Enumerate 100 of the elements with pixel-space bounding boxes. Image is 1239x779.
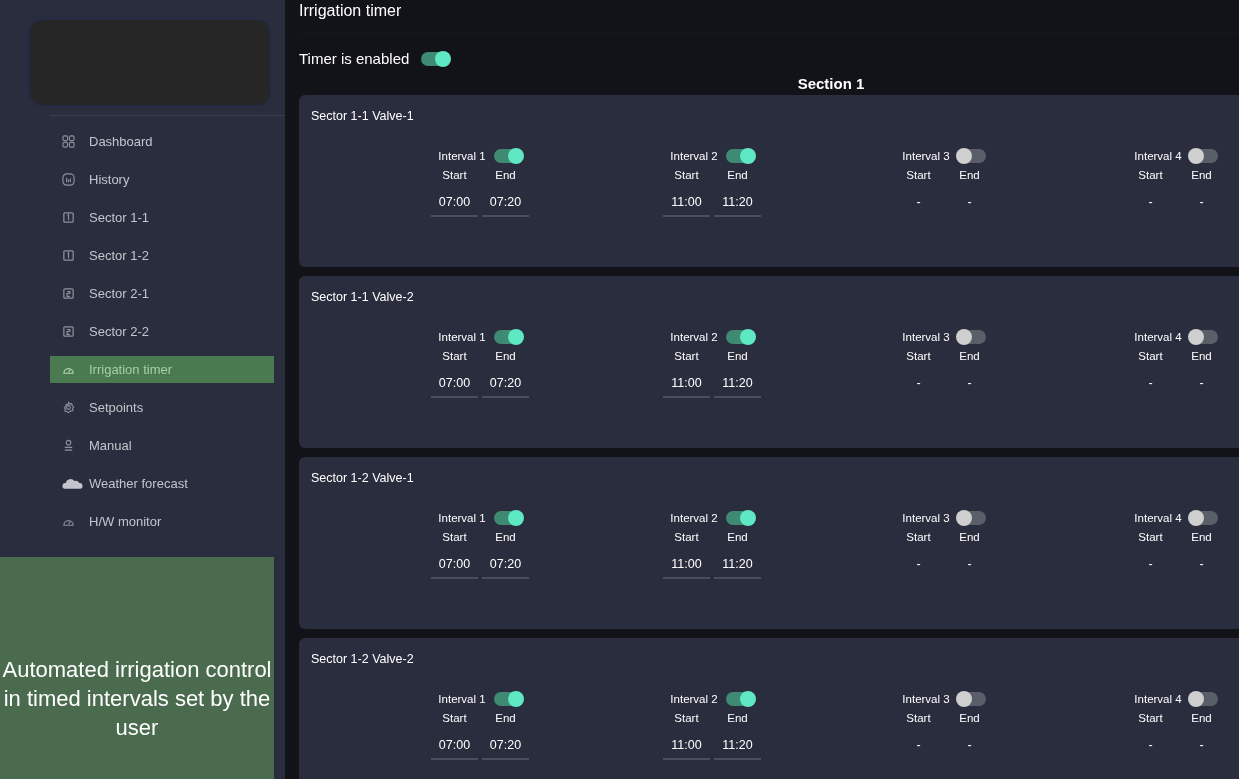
toggle-switch[interactable] <box>957 511 986 525</box>
start-label: Start <box>905 531 932 543</box>
toggle-switch[interactable] <box>725 149 754 163</box>
time-field[interactable]: - <box>895 187 942 217</box>
cloud-icon <box>62 476 83 490</box>
time-field[interactable]: 07:00 <box>431 730 478 760</box>
interval-label: Interval 4 <box>1134 150 1182 162</box>
start-label: Start <box>905 712 932 724</box>
interval-label: Interval 3 <box>902 331 950 343</box>
time-field[interactable]: - <box>895 368 942 398</box>
toggle-switch[interactable] <box>493 511 522 525</box>
end-label: End <box>726 169 749 181</box>
toggle-switch[interactable] <box>725 330 754 344</box>
number-square-icon <box>62 210 75 224</box>
time-field[interactable]: 11:00 <box>663 549 710 579</box>
toggle-switch[interactable] <box>493 692 522 706</box>
toggle-switch[interactable] <box>421 51 450 66</box>
sidebar-item[interactable]: Sector 1-1 <box>50 203 274 231</box>
start-label: Start <box>441 350 468 362</box>
time-field[interactable]: 11:00 <box>663 368 710 398</box>
start-label: Start <box>1137 350 1164 362</box>
sidebar-item[interactable]: Dashboard <box>50 127 274 155</box>
interval-label: Interval 3 <box>902 693 950 705</box>
toggle-switch[interactable] <box>957 149 986 163</box>
section-title: Section 1 <box>796 75 866 92</box>
toggle-switch[interactable] <box>1189 692 1218 706</box>
time-field[interactable]: 07:20 <box>482 368 529 398</box>
toggle-switch[interactable] <box>1189 330 1218 344</box>
interval-label: Interval 1 <box>438 331 486 343</box>
end-label: End <box>958 712 981 724</box>
time-field[interactable]: 07:00 <box>431 187 478 217</box>
end-label: End <box>494 350 517 362</box>
time-field[interactable]: 11:00 <box>663 187 710 217</box>
end-label: End <box>726 350 749 362</box>
interval-label: Interval 1 <box>438 693 486 705</box>
time-field[interactable]: - <box>1178 730 1225 760</box>
start-label: Start <box>441 169 468 181</box>
time-field[interactable]: - <box>1178 187 1225 217</box>
time-field[interactable]: 11:20 <box>714 368 761 398</box>
time-field[interactable]: - <box>1178 549 1225 579</box>
caption-text: Automated irrigation control in timed intervals set by the user <box>2 655 272 742</box>
interval-label: Interval 4 <box>1134 693 1182 705</box>
timer-label: Timer is enabled <box>299 50 410 67</box>
sidebar-item[interactable]: Sector 2-2 <box>50 317 274 345</box>
time-field[interactable]: 11:20 <box>714 187 761 217</box>
start-label: Start <box>905 350 932 362</box>
time-field[interactable]: 11:20 <box>714 549 761 579</box>
interval-label: Interval 4 <box>1134 512 1182 524</box>
interval-label: Interval 2 <box>670 150 718 162</box>
time-field[interactable]: 07:00 <box>431 549 478 579</box>
end-label: End <box>1190 169 1213 181</box>
sidebar-item[interactable]: Setpoints <box>50 393 274 421</box>
sidebar-item[interactable]: H/W monitor <box>50 507 274 535</box>
time-field[interactable]: 11:20 <box>714 730 761 760</box>
number-square-icon <box>62 286 75 300</box>
time-field[interactable]: 07:20 <box>482 730 529 760</box>
end-label: End <box>726 531 749 543</box>
toggle-switch[interactable] <box>957 330 986 344</box>
interval-label: Interval 3 <box>902 512 950 524</box>
end-label: End <box>1190 712 1213 724</box>
toggle-switch[interactable] <box>957 692 986 706</box>
time-field[interactable]: 07:00 <box>431 368 478 398</box>
gear-icon <box>62 400 75 414</box>
time-field[interactable]: - <box>946 549 993 579</box>
time-field[interactable]: - <box>1178 368 1225 398</box>
sidebar-item[interactable]: Weather forecast <box>50 469 274 497</box>
toggle-switch[interactable] <box>493 149 522 163</box>
time-field[interactable]: - <box>1127 730 1174 760</box>
toggle-switch[interactable] <box>725 692 754 706</box>
interval-label: Interval 1 <box>438 150 486 162</box>
end-label: End <box>494 531 517 543</box>
grid-icon <box>62 134 75 148</box>
time-field[interactable]: - <box>946 187 993 217</box>
time-field[interactable]: - <box>895 730 942 760</box>
toggle-switch[interactable] <box>725 511 754 525</box>
time-field[interactable]: - <box>895 549 942 579</box>
time-field[interactable]: - <box>1127 187 1174 217</box>
time-field[interactable]: - <box>1127 549 1174 579</box>
time-field[interactable]: 07:20 <box>482 549 529 579</box>
valve-name: Sector 1-1 Valve-1 <box>311 109 415 123</box>
interval-label: Interval 4 <box>1134 331 1182 343</box>
time-field[interactable]: - <box>946 368 993 398</box>
number-square-icon <box>62 248 75 262</box>
sidebar-item[interactable]: Manual <box>50 431 274 459</box>
sidebar-item[interactable]: Sector 2-1 <box>50 279 274 307</box>
time-field[interactable]: - <box>1127 368 1174 398</box>
start-label: Start <box>905 169 932 181</box>
sidebar-item[interactable]: History <box>50 165 274 193</box>
chart-icon <box>62 172 75 186</box>
toggle-switch[interactable] <box>1189 511 1218 525</box>
time-field[interactable]: 07:20 <box>482 187 529 217</box>
time-field[interactable]: 11:00 <box>663 730 710 760</box>
toggle-switch[interactable] <box>493 330 522 344</box>
toggle-switch[interactable] <box>1189 149 1218 163</box>
end-label: End <box>958 350 981 362</box>
time-field[interactable]: - <box>946 730 993 760</box>
number-square-icon <box>62 324 75 338</box>
end-label: End <box>1190 350 1213 362</box>
sidebar-item[interactable]: Sector 1-2 <box>50 241 274 269</box>
start-label: Start <box>673 531 700 543</box>
